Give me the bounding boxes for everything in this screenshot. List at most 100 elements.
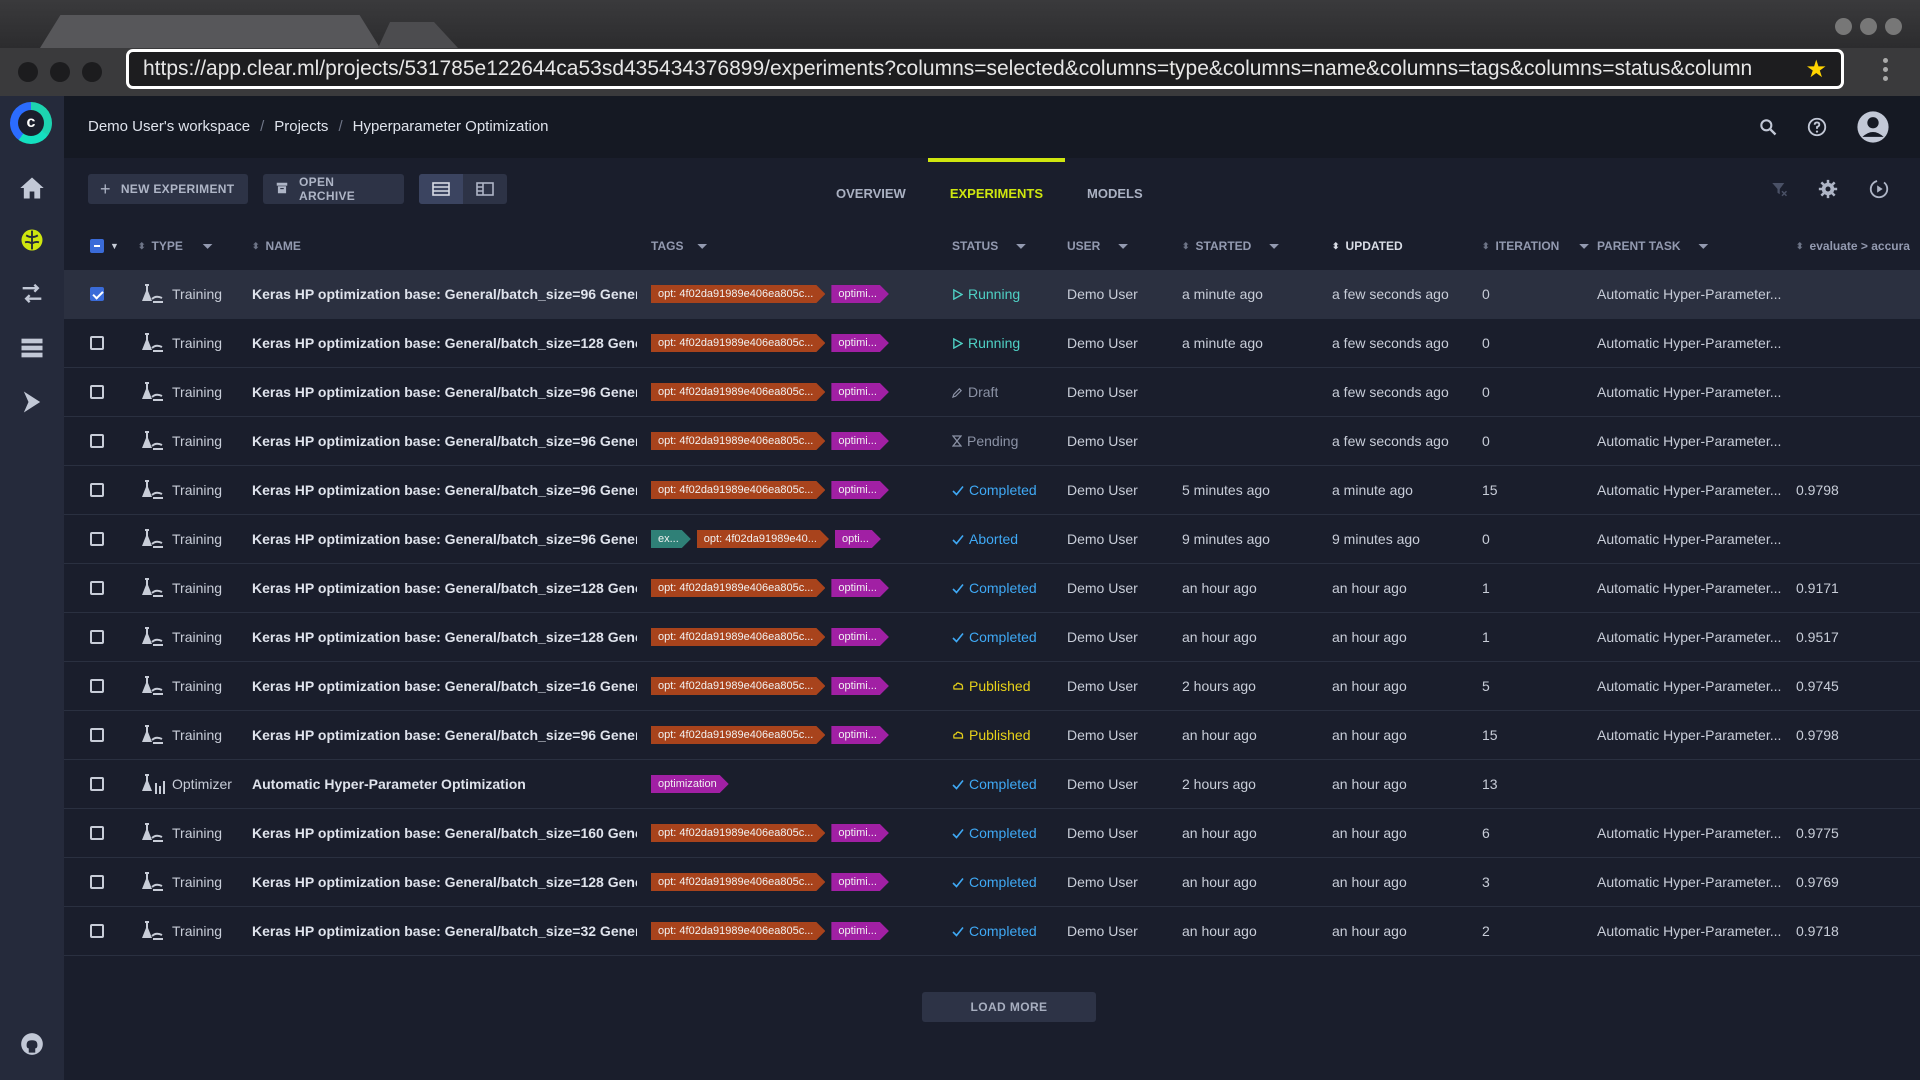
experiment-name[interactable]: Keras HP optimization base: General/batc…	[252, 466, 637, 514]
experiment-name[interactable]: Keras HP optimization base: General/batc…	[252, 907, 637, 955]
column-tags[interactable]: TAGS ⏷	[651, 222, 707, 270]
row-checkbox[interactable]	[90, 809, 104, 857]
column-name[interactable]: ⬍ NAME	[252, 222, 301, 270]
tag-chip[interactable]: optimi...	[831, 334, 889, 352]
filter-icon[interactable]: ⏷	[1269, 239, 1279, 254]
experiment-name[interactable]: Automatic Hyper-Parameter Optimization	[252, 760, 637, 808]
row-checkbox[interactable]	[90, 858, 104, 906]
browser-tab[interactable]	[40, 15, 380, 48]
table-row[interactable]: Training Keras HP optimization base: Gen…	[64, 711, 1920, 760]
filter-icon[interactable]: ⏷	[1118, 239, 1128, 254]
column-status[interactable]: STATUS ⏷	[952, 222, 1026, 270]
auto-refresh-icon[interactable]	[1868, 178, 1890, 205]
tag-chip[interactable]: opt: 4f02da91989e406ea805c...	[651, 873, 825, 891]
filter-icon[interactable]: ⏷	[1699, 239, 1709, 254]
filter-icon[interactable]: ⏷	[1016, 239, 1026, 254]
table-row[interactable]: Training Keras HP optimization base: Gen…	[64, 613, 1920, 662]
tag-chip[interactable]: opt: 4f02da91989e406ea805c...	[651, 432, 825, 450]
breadcrumb-projects[interactable]: Projects	[274, 118, 328, 135]
column-iteration[interactable]: ⬍ ITERATION ⏷	[1482, 222, 1589, 270]
tag-chip[interactable]: optimi...	[831, 726, 889, 744]
column-updated[interactable]: ⬍ UPDATED	[1332, 222, 1403, 270]
new-experiment-button[interactable]: + NEW EXPERIMENT	[88, 174, 248, 204]
experiment-name[interactable]: Keras HP optimization base: General/batc…	[252, 417, 637, 465]
breadcrumb-workspace[interactable]: Demo User's workspace	[88, 118, 250, 135]
tag-chip[interactable]: opt: 4f02da91989e406ea805c...	[651, 922, 825, 940]
experiment-name[interactable]: Keras HP optimization base: General/batc…	[252, 270, 637, 318]
nav-dot[interactable]	[82, 62, 102, 82]
tag-chip[interactable]: opt: 4f02da91989e406ea805c...	[651, 481, 825, 499]
row-checkbox[interactable]	[90, 662, 104, 710]
tag-chip[interactable]: optimi...	[831, 285, 889, 303]
parent-task-cell[interactable]: Automatic Hyper-Parameter...	[1597, 466, 1785, 514]
browser-tab-secondary[interactable]	[378, 22, 458, 48]
filter-icon[interactable]: ⏷	[1579, 239, 1589, 254]
tag-chip[interactable]: opt: 4f02da91989e406ea805c...	[651, 579, 825, 597]
tag-chip[interactable]: opti...	[835, 530, 881, 548]
tag-chip[interactable]: opt: 4f02da91989e406ea805c...	[651, 285, 825, 303]
experiment-name[interactable]: Keras HP optimization base: General/batc…	[252, 711, 637, 759]
row-checkbox[interactable]	[90, 613, 104, 661]
row-checkbox[interactable]	[90, 515, 104, 563]
tab-experiments[interactable]: EXPERIMENTS	[927, 158, 1066, 220]
tag-chip[interactable]: opt: 4f02da91989e406ea805c...	[651, 824, 825, 842]
help-icon[interactable]	[1806, 116, 1828, 143]
gear-icon[interactable]	[1818, 179, 1838, 204]
tag-chip[interactable]: opt: 4f02da91989e406ea805c...	[651, 628, 825, 646]
row-checkbox[interactable]	[90, 760, 104, 808]
github-icon[interactable]	[16, 1028, 48, 1060]
tag-chip[interactable]: ex...	[651, 530, 691, 548]
filter-icon[interactable]: ⏷	[203, 239, 213, 254]
window-dot[interactable]	[1835, 18, 1852, 35]
table-row[interactable]: Optimizer Automatic Hyper-Parameter Opti…	[64, 760, 1920, 809]
column-type[interactable]: ⬍ TYPE ⏷	[138, 222, 213, 270]
table-row[interactable]: Training Keras HP optimization base: Gen…	[64, 417, 1920, 466]
parent-task-cell[interactable]: Automatic Hyper-Parameter...	[1597, 368, 1785, 416]
search-icon[interactable]	[1758, 117, 1778, 142]
tag-chip[interactable]: opt: 4f02da91989e40...	[697, 530, 829, 548]
tag-chip[interactable]: optimi...	[831, 677, 889, 695]
row-checkbox[interactable]	[90, 368, 104, 416]
row-checkbox[interactable]	[90, 564, 104, 612]
parent-task-cell[interactable]	[1597, 760, 1785, 808]
tab-models[interactable]: MODELS	[1065, 158, 1165, 220]
star-icon[interactable]: ★	[1805, 55, 1827, 84]
parent-task-cell[interactable]: Automatic Hyper-Parameter...	[1597, 613, 1785, 661]
row-checkbox[interactable]	[90, 466, 104, 514]
table-row[interactable]: Training Keras HP optimization base: Gen…	[64, 515, 1920, 564]
experiment-name[interactable]: Keras HP optimization base: General/batc…	[252, 858, 637, 906]
experiment-name[interactable]: Keras HP optimization base: General/batc…	[252, 368, 637, 416]
orchestration-icon[interactable]	[16, 386, 48, 418]
brain-icon[interactable]	[16, 224, 48, 256]
row-checkbox[interactable]	[90, 711, 104, 759]
parent-task-cell[interactable]: Automatic Hyper-Parameter...	[1597, 858, 1785, 906]
tag-chip[interactable]: optimi...	[831, 481, 889, 499]
parent-task-cell[interactable]: Automatic Hyper-Parameter...	[1597, 270, 1785, 318]
url-text[interactable]: https://app.clear.ml/projects/531785e122…	[143, 57, 1795, 81]
tag-chip[interactable]: opt: 4f02da91989e406ea805c...	[651, 383, 825, 401]
address-bar[interactable]: https://app.clear.ml/projects/531785e122…	[126, 49, 1844, 89]
select-all-checkbox[interactable]: ▼	[90, 222, 119, 270]
parent-task-cell[interactable]: Automatic Hyper-Parameter...	[1597, 515, 1785, 563]
experiment-name[interactable]: Keras HP optimization base: General/batc…	[252, 564, 637, 612]
column-user[interactable]: USER ⏷	[1067, 222, 1128, 270]
clearml-logo[interactable]: c	[10, 102, 52, 144]
user-avatar-icon[interactable]	[1856, 110, 1890, 149]
tag-chip[interactable]: optimi...	[831, 628, 889, 646]
window-dot[interactable]	[1885, 18, 1902, 35]
parent-task-cell[interactable]: Automatic Hyper-Parameter...	[1597, 711, 1785, 759]
open-archive-button[interactable]: OPEN ARCHIVE	[263, 174, 404, 204]
chevron-down-icon[interactable]: ▼	[110, 241, 119, 251]
table-row[interactable]: Training Keras HP optimization base: Gen…	[64, 858, 1920, 907]
tag-chip[interactable]: optimization	[651, 775, 729, 793]
table-row[interactable]: Training Keras HP optimization base: Gen…	[64, 809, 1920, 858]
tag-chip[interactable]: optimi...	[831, 383, 889, 401]
experiment-name[interactable]: Keras HP optimization base: General/batc…	[252, 319, 637, 367]
nav-dot[interactable]	[18, 62, 38, 82]
breadcrumb-project[interactable]: Hyperparameter Optimization	[353, 118, 549, 135]
tab-overview[interactable]: OVERVIEW	[814, 158, 928, 220]
parent-task-cell[interactable]: Automatic Hyper-Parameter...	[1597, 907, 1785, 955]
column-parent-task[interactable]: PARENT TASK ⏷	[1597, 222, 1708, 270]
nav-dot[interactable]	[50, 62, 70, 82]
tag-chip[interactable]: opt: 4f02da91989e406ea805c...	[651, 334, 825, 352]
